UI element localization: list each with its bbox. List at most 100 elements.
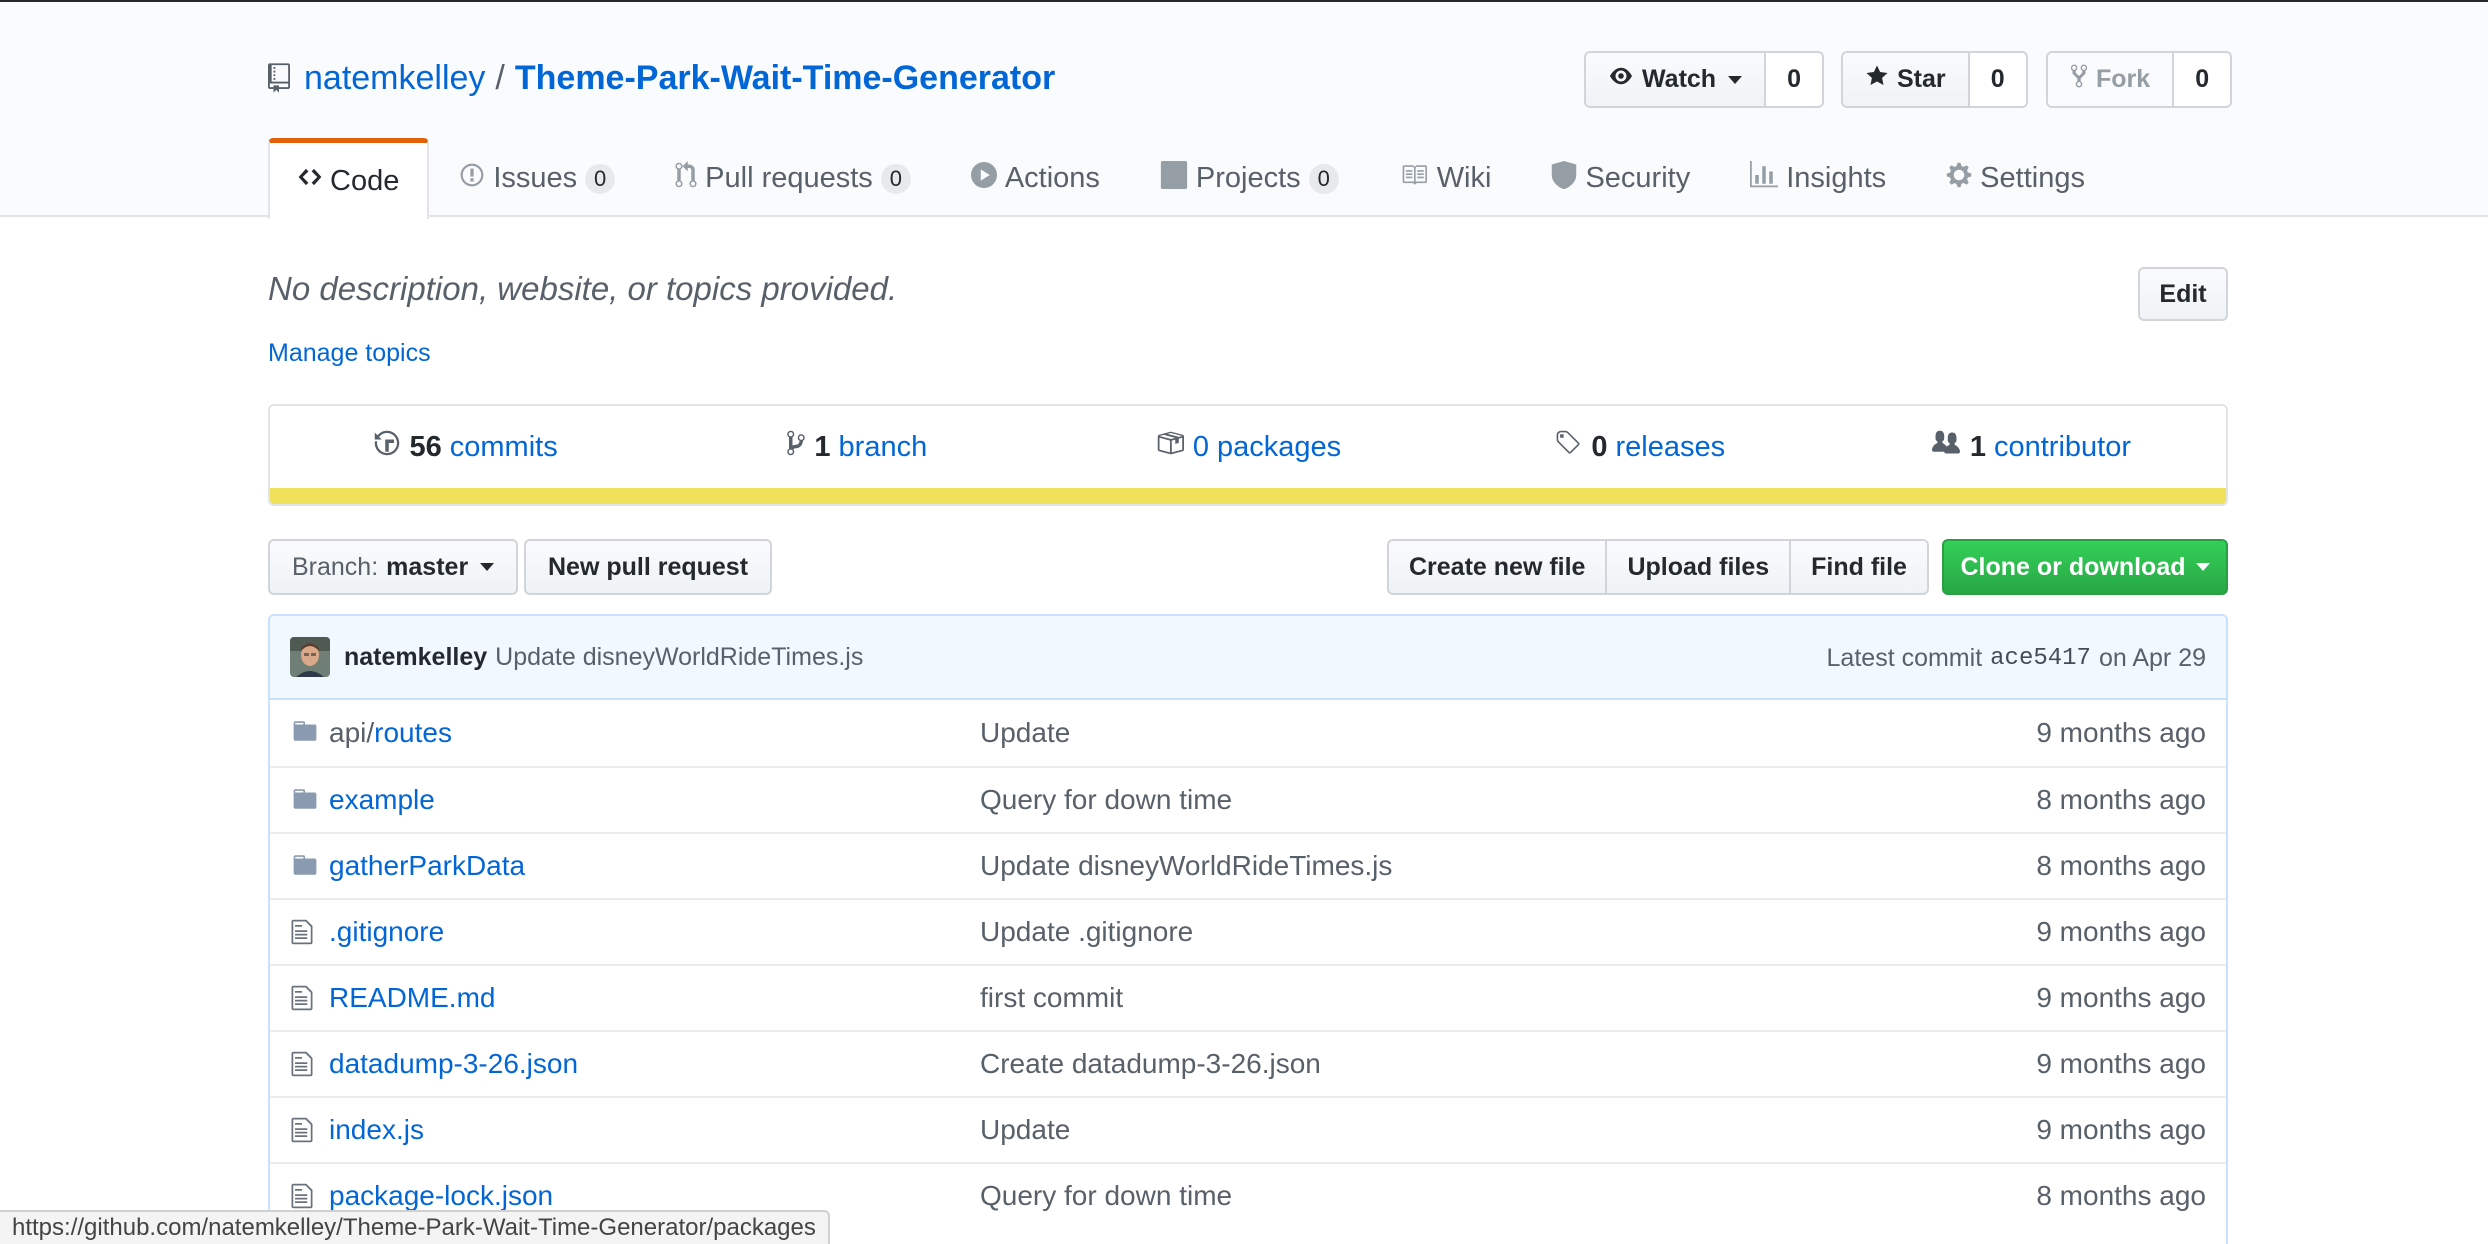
table-row: datadump-3-26.json Create datadump-3-26.j… [270,1030,2226,1096]
star-button[interactable]: Star [1841,51,1970,108]
gear-icon [1946,161,1972,197]
book-icon [1399,162,1429,196]
commit-sha-link[interactable]: ace5417 [1990,645,2091,672]
find-file-button[interactable]: Find file [1791,539,1929,595]
branch-count: 1 [814,430,831,463]
tab-insights[interactable]: Insights [1720,138,1916,217]
repo-nav: Code Issues 0 Pull requests 0 Actions Pr… [268,138,2115,219]
file-icon [290,1116,320,1146]
repo-owner-link[interactable]: natemkelley [304,59,485,98]
manage-topics-link[interactable]: Manage topics [268,339,431,368]
file-commit-message[interactable]: first commit [980,982,1123,1014]
tab-actions[interactable]: Actions [941,138,1130,217]
file-name-link[interactable]: api/routes [329,717,452,749]
file-name-link[interactable]: .gitignore [329,916,444,948]
file-actions-group: Create new file Upload files Find file [1387,539,1929,595]
packages-summary[interactable]: 0 packages [1052,429,1443,465]
file-age: 9 months ago [2036,1048,2206,1079]
file-name: index.js [329,1114,424,1145]
file-commit-message[interactable]: Query for down time [980,784,1232,816]
file-name: README.md [329,982,496,1013]
file-commit-message[interactable]: Update [980,1114,1070,1146]
people-icon [1930,429,1962,465]
file-age: 9 months ago [2036,717,2206,748]
star-group: Star 0 [1841,51,2028,108]
file-age: 9 months ago [2036,1114,2206,1145]
releases-count: 0 [1591,430,1608,463]
file-name-link[interactable]: index.js [329,1114,424,1146]
tab-projects[interactable]: Projects 0 [1130,138,1369,217]
file-name-link[interactable]: datadump-3-26.json [329,1048,578,1080]
file-name-link[interactable]: README.md [329,982,495,1014]
new-pull-request-button[interactable]: New pull request [524,539,773,595]
commit-message-link[interactable]: Update disneyWorldRideTimes.js [495,643,863,672]
tab-pull-requests[interactable]: Pull requests 0 [645,138,941,217]
file-commit-message[interactable]: Update .gitignore [980,916,1193,948]
repo-summary: 56 commits 1 branch 0 packages 0 release… [268,404,2228,506]
file-commit-message[interactable]: Query for down time [980,1180,1232,1212]
latest-commit-date: on Apr 29 [2098,643,2206,672]
watch-label: Watch [1642,65,1717,93]
projects-counter: 0 [1308,163,1339,194]
clone-label: Clone or download [1960,552,2186,581]
file-age: 9 months ago [2036,916,2206,947]
repo-name-link[interactable]: Theme-Park-Wait-Time-Generator [515,59,1055,98]
branch-select-button[interactable]: Branch: master [268,539,519,595]
fork-label: Fork [2096,65,2151,93]
commit-author-link[interactable]: natemkelley [344,643,487,672]
issue-icon [459,162,485,196]
star-label: Star [1897,65,1946,93]
file-commit-message[interactable]: Create datadump-3-26.json [980,1048,1321,1080]
project-icon [1160,160,1188,197]
tab-issues[interactable]: Issues 0 [429,138,645,217]
file-commit-message[interactable]: Update disneyWorldRideTimes.js [980,850,1392,882]
repo-header: natemkelley / Theme-Park-Wait-Time-Gener… [0,2,2488,219]
contributors-count: 1 [1969,430,1986,463]
status-bar-url: https://github.com/natemkelley/Theme-Par… [0,1210,830,1244]
file-commit-message[interactable]: Update [980,717,1070,749]
star-count[interactable]: 0 [1969,51,2028,108]
tab-issues-label: Issues [493,162,578,194]
file-name: datadump-3-26.json [329,1048,579,1079]
tab-pull-requests-label: Pull requests [705,162,873,194]
history-icon [373,429,401,465]
file-age: 8 months ago [2036,1180,2206,1211]
commits-summary[interactable]: 56 commits [270,429,661,465]
language-bar[interactable] [270,488,2226,504]
file-name-link[interactable]: gatherParkData [329,850,525,882]
eye-icon [1608,65,1634,94]
watch-group: Watch 0 [1584,51,1825,108]
fork-button[interactable]: Fork [2046,51,2175,108]
chevron-down-icon [1728,75,1743,84]
tab-security[interactable]: Security [1521,138,1720,217]
watch-count[interactable]: 0 [1766,51,1825,108]
latest-commit-info: Latest commit ace5417 on Apr 29 [1827,616,2206,700]
file-rows: api/routes Update 9 months ago example Query… [270,700,2226,1228]
table-row: example Query for down time 8 months ago [270,766,2226,832]
tab-wiki[interactable]: Wiki [1369,138,1522,217]
pull-request-icon [675,160,697,197]
tab-projects-label: Projects [1195,162,1301,194]
table-row: README.md first commit 9 months ago [270,964,2226,1030]
tab-code[interactable]: Code [268,138,430,219]
releases-summary[interactable]: 0 releases [1444,429,1835,465]
tab-settings-label: Settings [1980,162,2085,194]
file-icon [290,1050,320,1080]
graph-icon [1750,160,1779,197]
watch-button[interactable]: Watch [1584,51,1767,108]
edit-description-button[interactable]: Edit [2138,267,2228,321]
fork-count[interactable]: 0 [2174,51,2233,108]
branch-label: branch [838,430,928,463]
file-name-link[interactable]: package-lock.json [329,1180,553,1212]
avatar[interactable] [290,637,330,677]
create-new-file-button[interactable]: Create new file [1387,539,1608,595]
file-name-link[interactable]: example [329,784,435,816]
file-icon [290,1182,320,1212]
branches-summary[interactable]: 1 branch [661,429,1052,465]
tab-settings[interactable]: Settings [1916,138,2115,217]
contributors-summary[interactable]: 1 contributor [1835,429,2226,465]
file-name: example [329,784,435,815]
clone-or-download-button[interactable]: Clone or download [1942,539,2228,595]
fork-group: Fork 0 [2046,51,2233,108]
upload-files-button[interactable]: Upload files [1607,539,1792,595]
